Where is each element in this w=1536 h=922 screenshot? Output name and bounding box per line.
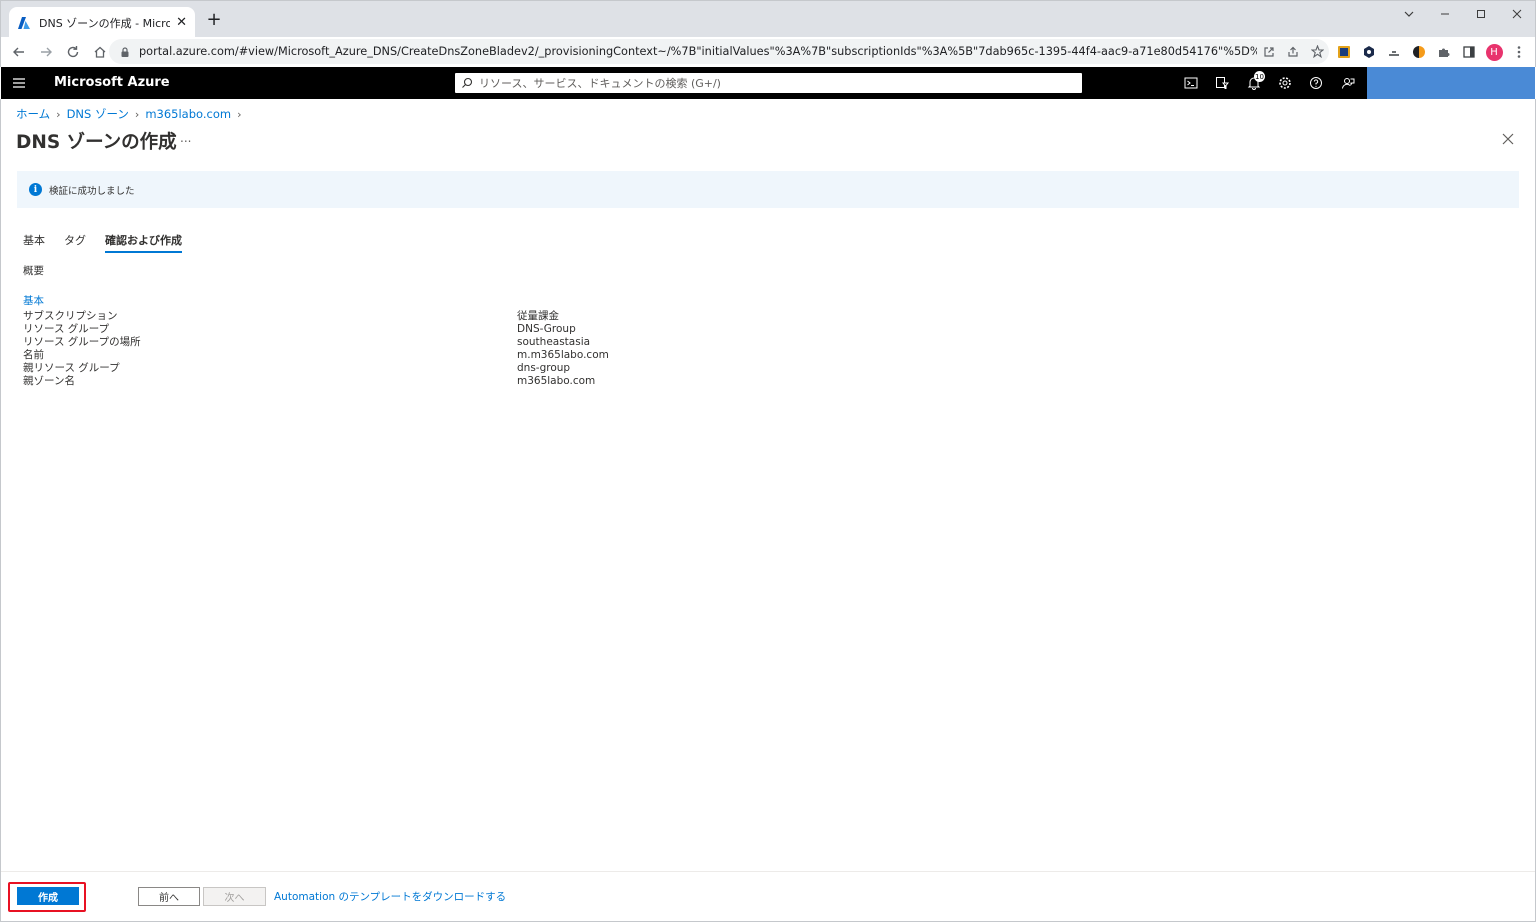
validation-info-banner: i 検証に成功しました (17, 171, 1519, 208)
summary-heading: 概要 (23, 265, 44, 277)
forward-icon[interactable] (34, 40, 58, 64)
summary-key: 親ゾーン名 (23, 375, 75, 387)
tab-review-create[interactable]: 確認および作成 (105, 232, 182, 253)
settings-gear-icon[interactable] (1274, 73, 1296, 93)
minimize-icon[interactable] (1427, 1, 1463, 27)
summary-key: 名前 (23, 349, 44, 361)
maximize-icon[interactable] (1463, 1, 1499, 27)
tab-close-icon[interactable]: ✕ (176, 15, 187, 30)
tab-tags[interactable]: タグ (64, 232, 86, 253)
azure-topbar: Microsoft Azure リソース、サービス、ドキュメントの検索 (G+/… (1, 67, 1535, 99)
search-icon (462, 77, 473, 88)
extension-photo-icon[interactable] (1333, 40, 1355, 64)
summary-row: 親ゾーン名 m365labo.com (23, 375, 723, 388)
summary-group-basics: 基本 (23, 295, 44, 307)
summary-key: リソース グループの場所 (23, 336, 141, 348)
global-search-input[interactable]: リソース、サービス、ドキュメントの検索 (G+/) (455, 73, 1082, 93)
summary-value: 従量課金 (517, 310, 559, 322)
breadcrumb-home[interactable]: ホーム (16, 106, 50, 122)
page-title: DNS ゾーンの作成 (16, 132, 177, 153)
extension-bar-icon[interactable] (1383, 40, 1405, 64)
browser-toolbar: portal.azure.com/#view/Microsoft_Azure_D… (0, 37, 1536, 67)
directory-filter-icon[interactable] (1211, 73, 1233, 93)
summary-row: 親リソース グループ dns-group (23, 362, 723, 375)
account-menu[interactable] (1367, 67, 1535, 99)
page-frame (0, 99, 1536, 922)
chevron-down-icon[interactable] (1391, 1, 1427, 27)
summary-key: リソース グループ (23, 323, 110, 335)
chevron-right-icon: › (134, 107, 140, 121)
address-bar[interactable]: portal.azure.com/#view/Microsoft_Azure_D… (109, 39, 1329, 64)
summary-value: m.m365labo.com (517, 349, 609, 361)
summary-value: DNS-Group (517, 323, 576, 335)
wizard-tabs: 基本 タグ 確認および作成 (23, 232, 201, 253)
summary-list: サブスクリプション 従量課金 リソース グループ DNS-Group リソース … (23, 310, 723, 388)
browser-menu-icon[interactable] (1508, 40, 1530, 64)
validation-message: 検証に成功しました (49, 185, 135, 197)
more-options-icon[interactable]: ... (180, 131, 191, 145)
next-button: 次へ (203, 887, 266, 906)
footer-divider (1, 871, 1535, 872)
extensions-puzzle-icon[interactable] (1433, 40, 1455, 64)
info-icon: i (29, 183, 42, 196)
breadcrumb-dns-zones[interactable]: DNS ゾーン (67, 106, 129, 122)
window-controls (1391, 1, 1535, 27)
azure-favicon-icon (18, 16, 30, 29)
feedback-icon[interactable] (1337, 73, 1359, 93)
extension-circle-icon[interactable] (1408, 40, 1430, 64)
profile-avatar[interactable]: H (1483, 40, 1505, 64)
azure-brand[interactable]: Microsoft Azure (54, 75, 170, 90)
new-tab-icon[interactable]: + (204, 10, 224, 30)
chevron-right-icon: › (56, 107, 61, 121)
help-icon[interactable] (1305, 73, 1327, 93)
browser-tab[interactable]: DNS ゾーンの作成 - Microsoft Azure ✕ (9, 7, 195, 38)
previous-button[interactable]: 前へ (138, 887, 200, 906)
browser-tab-title: DNS ゾーンの作成 - Microsoft Azure (39, 16, 171, 30)
search-placeholder: リソース、サービス、ドキュメントの検索 (G+/) (479, 77, 721, 90)
download-template-link[interactable]: Automation のテンプレートをダウンロードする (274, 889, 506, 904)
summary-key: サブスクリプション (23, 310, 118, 322)
notifications-bell-icon[interactable]: 10 (1243, 71, 1265, 93)
lock-icon (121, 46, 129, 57)
summary-row: リソース グループの場所 southeastasia (23, 336, 723, 349)
browser-tabstrip: DNS ゾーンの作成 - Microsoft Azure ✕ + (0, 0, 1536, 38)
notification-count-badge: 10 (1254, 71, 1265, 82)
bookmark-star-icon[interactable] (1305, 40, 1329, 64)
window-close-icon[interactable] (1499, 1, 1535, 27)
profile-initial: H (1485, 43, 1503, 61)
reload-icon[interactable] (61, 40, 85, 64)
share-icon[interactable] (1281, 40, 1305, 64)
extension-shield-icon[interactable] (1358, 40, 1380, 64)
hamburger-menu-icon[interactable] (11, 75, 27, 91)
close-blade-icon[interactable] (1500, 131, 1516, 147)
summary-row: サブスクリプション 従量課金 (23, 310, 723, 323)
url-text: portal.azure.com/#view/Microsoft_Azure_D… (139, 45, 1257, 58)
breadcrumb: ホーム › DNS ゾーン › m365labo.com › (16, 106, 247, 122)
tab-basics[interactable]: 基本 (23, 232, 45, 253)
create-button[interactable]: 作成 (17, 887, 79, 905)
summary-row: リソース グループ DNS-Group (23, 323, 723, 336)
summary-row: 名前 m.m365labo.com (23, 349, 723, 362)
back-icon[interactable] (7, 40, 31, 64)
chevron-right-icon: › (237, 107, 242, 121)
side-panel-icon[interactable] (1458, 40, 1480, 64)
summary-key: 親リソース グループ (23, 362, 120, 374)
breadcrumb-zone[interactable]: m365labo.com (145, 107, 231, 121)
open-external-icon[interactable] (1257, 40, 1281, 64)
cloud-shell-icon[interactable] (1180, 73, 1202, 93)
summary-value: dns-group (517, 362, 571, 374)
summary-value: southeastasia (517, 336, 591, 348)
summary-value: m365labo.com (517, 375, 596, 387)
